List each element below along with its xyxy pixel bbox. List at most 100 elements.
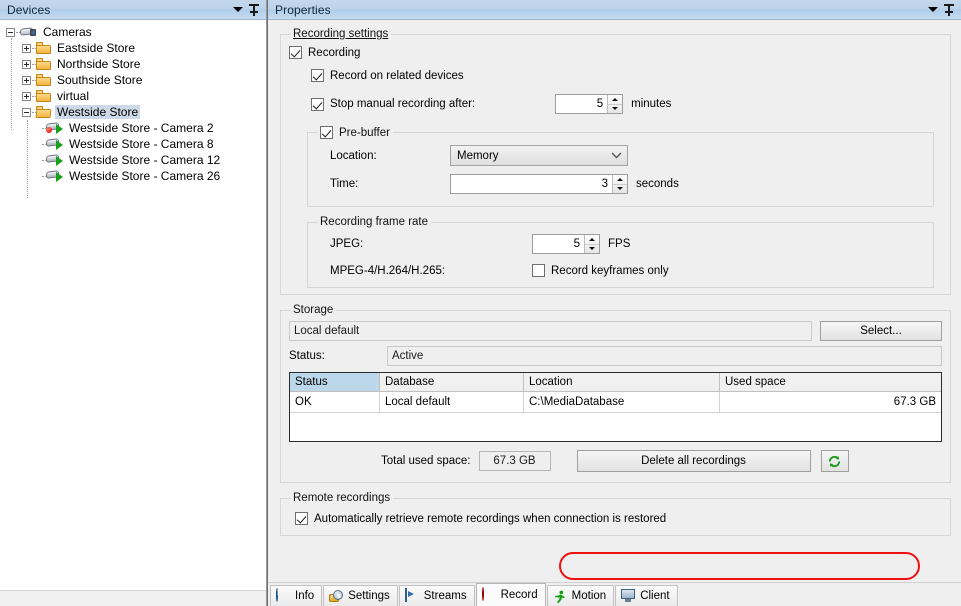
remote-recordings-group: Remote recordings Automatically retrieve… [280, 492, 951, 536]
chevron-down-icon[interactable] [925, 2, 941, 18]
camera-icon [46, 137, 64, 151]
stepper-up-icon[interactable] [608, 95, 623, 105]
expander-plus-icon[interactable] [22, 43, 31, 53]
prebuffer-time-stepper[interactable]: 3 [450, 174, 628, 194]
refresh-icon[interactable] [820, 450, 849, 472]
jpeg-fps-stepper[interactable]: 5 [532, 234, 600, 254]
storage-table-header: Status Database Location Used space [290, 373, 941, 392]
stop-manual-recording-row[interactable]: Stop manual recording after: 5 minutes [311, 94, 942, 114]
tree-item-label: Eastside Store [57, 41, 136, 55]
tree-item-eastside-store[interactable]: Eastside Store [6, 40, 266, 56]
devices-panel-title: Devices [7, 2, 51, 17]
delete-all-recordings-button[interactable]: Delete all recordings [576, 450, 811, 472]
cell-location: C:\MediaDatabase [524, 392, 720, 413]
expander-minus-icon[interactable] [22, 107, 31, 117]
folder-icon [36, 89, 52, 103]
stop-manual-recording-checkbox[interactable] [311, 97, 324, 111]
pin-icon[interactable] [246, 2, 262, 18]
prebuffer-checkbox[interactable] [320, 126, 333, 139]
auto-retrieve-checkbox[interactable] [295, 512, 308, 525]
tab-label: Streams [423, 590, 467, 602]
recording-checkbox-row[interactable]: Recording [289, 46, 942, 59]
tree-item-label: Northside Store [57, 57, 141, 71]
tree-item-label: Westside Store [55, 105, 141, 119]
pin-icon[interactable] [941, 2, 957, 18]
tab-info[interactable]: Info [270, 585, 323, 606]
prebuffer-location-label: Location: [330, 149, 377, 162]
properties-panel-caption: Properties [268, 0, 961, 20]
tree-item-camera-2[interactable]: Westside Store - Camera 2 [6, 120, 266, 136]
table-empty-area [290, 413, 941, 441]
select-storage-button[interactable]: Select... [820, 321, 942, 341]
column-header-database[interactable]: Database [380, 373, 524, 392]
cell-used-space: 67.3 GB [720, 392, 941, 413]
stop-manual-recording-value[interactable]: 5 [556, 95, 607, 113]
device-tree[interactable]: Cameras Eastside Store Northside Store S… [0, 20, 266, 590]
record-keyframes-only-checkbox[interactable] [532, 264, 545, 277]
chevron-down-icon[interactable] [230, 2, 246, 18]
expander-minus-icon[interactable] [6, 27, 15, 37]
stepper-down-icon[interactable] [585, 245, 599, 254]
settings-gear-icon [329, 589, 344, 604]
mpeg-keyframes-row: MPEG-4/H.264/H.265: Record keyframes onl… [316, 264, 925, 277]
tree-item-cameras[interactable]: Cameras [6, 24, 266, 40]
storage-status-field: Active [387, 346, 942, 366]
storage-totals-row: Total used space: 67.3 GB Delete all rec… [289, 450, 942, 472]
tree-item-label: Westside Store - Camera 2 [69, 121, 214, 135]
stop-manual-recording-label: Stop manual recording after: [330, 98, 476, 110]
tree-item-label: Westside Store - Camera 26 [69, 169, 221, 183]
record-on-related-row[interactable]: Record on related devices [311, 69, 942, 82]
storage-name-field: Local default [289, 321, 812, 341]
properties-panel: Properties Recording settings Recording … [267, 0, 961, 606]
column-header-location[interactable]: Location [524, 373, 720, 392]
tab-client[interactable]: Client [615, 585, 678, 606]
tree-item-label: virtual [57, 89, 90, 103]
expander-plus-icon[interactable] [22, 75, 31, 85]
jpeg-fps-unit: FPS [608, 238, 631, 250]
tree-item-camera-8[interactable]: Westside Store - Camera 8 [6, 136, 266, 152]
auto-retrieve-row[interactable]: Automatically retrieve remote recordings… [295, 512, 942, 525]
total-used-space-field: 67.3 GB [478, 451, 551, 471]
tab-record[interactable]: Record [475, 583, 546, 606]
prebuffer-location-row: Location: Memory [316, 145, 925, 166]
stepper-up-icon[interactable] [613, 175, 627, 185]
tree-item-camera-26[interactable]: Westside Store - Camera 26 [6, 168, 266, 184]
storage-table[interactable]: Status Database Location Used space OK L… [289, 372, 942, 442]
remote-recordings-legend: Remote recordings [293, 492, 391, 504]
recording-label: Recording [308, 46, 361, 59]
tab-motion[interactable]: Motion [546, 585, 615, 606]
prebuffer-location-combobox[interactable]: Memory [450, 145, 628, 166]
tab-label: Settings [348, 590, 390, 602]
expander-plus-icon[interactable] [22, 59, 31, 69]
auto-retrieve-label: Automatically retrieve remote recordings… [314, 512, 667, 525]
tree-item-southside-store[interactable]: Southside Store [6, 72, 266, 88]
tree-item-camera-12[interactable]: Westside Store - Camera 12 [6, 152, 266, 168]
stepper-up-icon[interactable] [585, 235, 599, 245]
table-row[interactable]: OK Local default C:\MediaDatabase 67.3 G… [290, 392, 941, 413]
tree-item-northside-store[interactable]: Northside Store [6, 56, 266, 72]
prebuffer-time-value[interactable]: 3 [451, 175, 612, 193]
record-on-related-checkbox[interactable] [311, 69, 324, 82]
recording-settings-legend: Recording settings [293, 28, 389, 40]
stop-manual-recording-stepper[interactable]: 5 [555, 94, 624, 114]
jpeg-fps-value[interactable]: 5 [533, 235, 584, 253]
devices-panel: Devices Cameras Eastside Store Northside… [0, 0, 267, 606]
column-header-status[interactable]: Status [290, 373, 380, 392]
recording-checkbox[interactable] [289, 46, 302, 59]
tab-settings[interactable]: Settings [323, 585, 398, 606]
running-person-icon [553, 589, 568, 604]
tree-item-westside-store[interactable]: Westside Store [6, 104, 266, 120]
expander-plus-icon[interactable] [22, 91, 31, 101]
tree-item-virtual[interactable]: virtual [6, 88, 266, 104]
column-header-used-space[interactable]: Used space [720, 373, 941, 392]
stepper-down-icon[interactable] [613, 185, 627, 194]
tab-label: Client [640, 590, 670, 602]
record-keyframes-only-label: Record keyframes only [551, 264, 669, 277]
prebuffer-location-value: Memory [457, 149, 499, 162]
stepper-down-icon[interactable] [608, 105, 622, 114]
tab-streams[interactable]: Streams [398, 585, 475, 606]
frame-rate-legend: Recording frame rate [320, 216, 429, 228]
properties-content: Recording settings Recording Record on r… [268, 20, 961, 582]
tab-label: Record [500, 589, 538, 601]
chevron-down-icon[interactable] [609, 152, 623, 159]
